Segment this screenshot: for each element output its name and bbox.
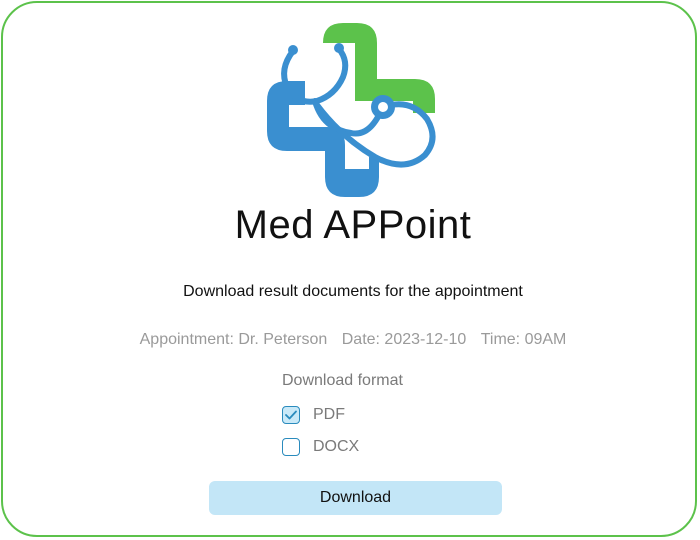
appointment-doctor: Appointment: Dr. Peterson xyxy=(139,331,328,348)
format-option-pdf[interactable]: PDF xyxy=(282,406,345,424)
download-card: Med APPoint Download result documents fo… xyxy=(1,1,697,537)
download-button[interactable]: Download xyxy=(209,481,502,515)
pdf-label: PDF xyxy=(313,406,345,423)
download-format-label: Download format xyxy=(282,372,403,389)
page-subtitle: Download result documents for the appoin… xyxy=(183,283,523,300)
format-option-docx[interactable]: DOCX xyxy=(282,438,359,456)
checkmark-icon xyxy=(285,410,297,420)
appointment-info: Appointment: Dr. Peterson Date: 2023-12-… xyxy=(3,331,700,349)
medical-cross-stethoscope-icon xyxy=(267,23,436,197)
appointment-time: Time: 09AM xyxy=(480,331,567,348)
app-title: Med APPoint xyxy=(234,203,472,247)
docx-checkbox[interactable] xyxy=(282,438,300,456)
appointment-date: Date: 2023-12-10 xyxy=(341,331,467,348)
docx-label: DOCX xyxy=(313,438,360,455)
pdf-checkbox[interactable] xyxy=(282,406,300,424)
